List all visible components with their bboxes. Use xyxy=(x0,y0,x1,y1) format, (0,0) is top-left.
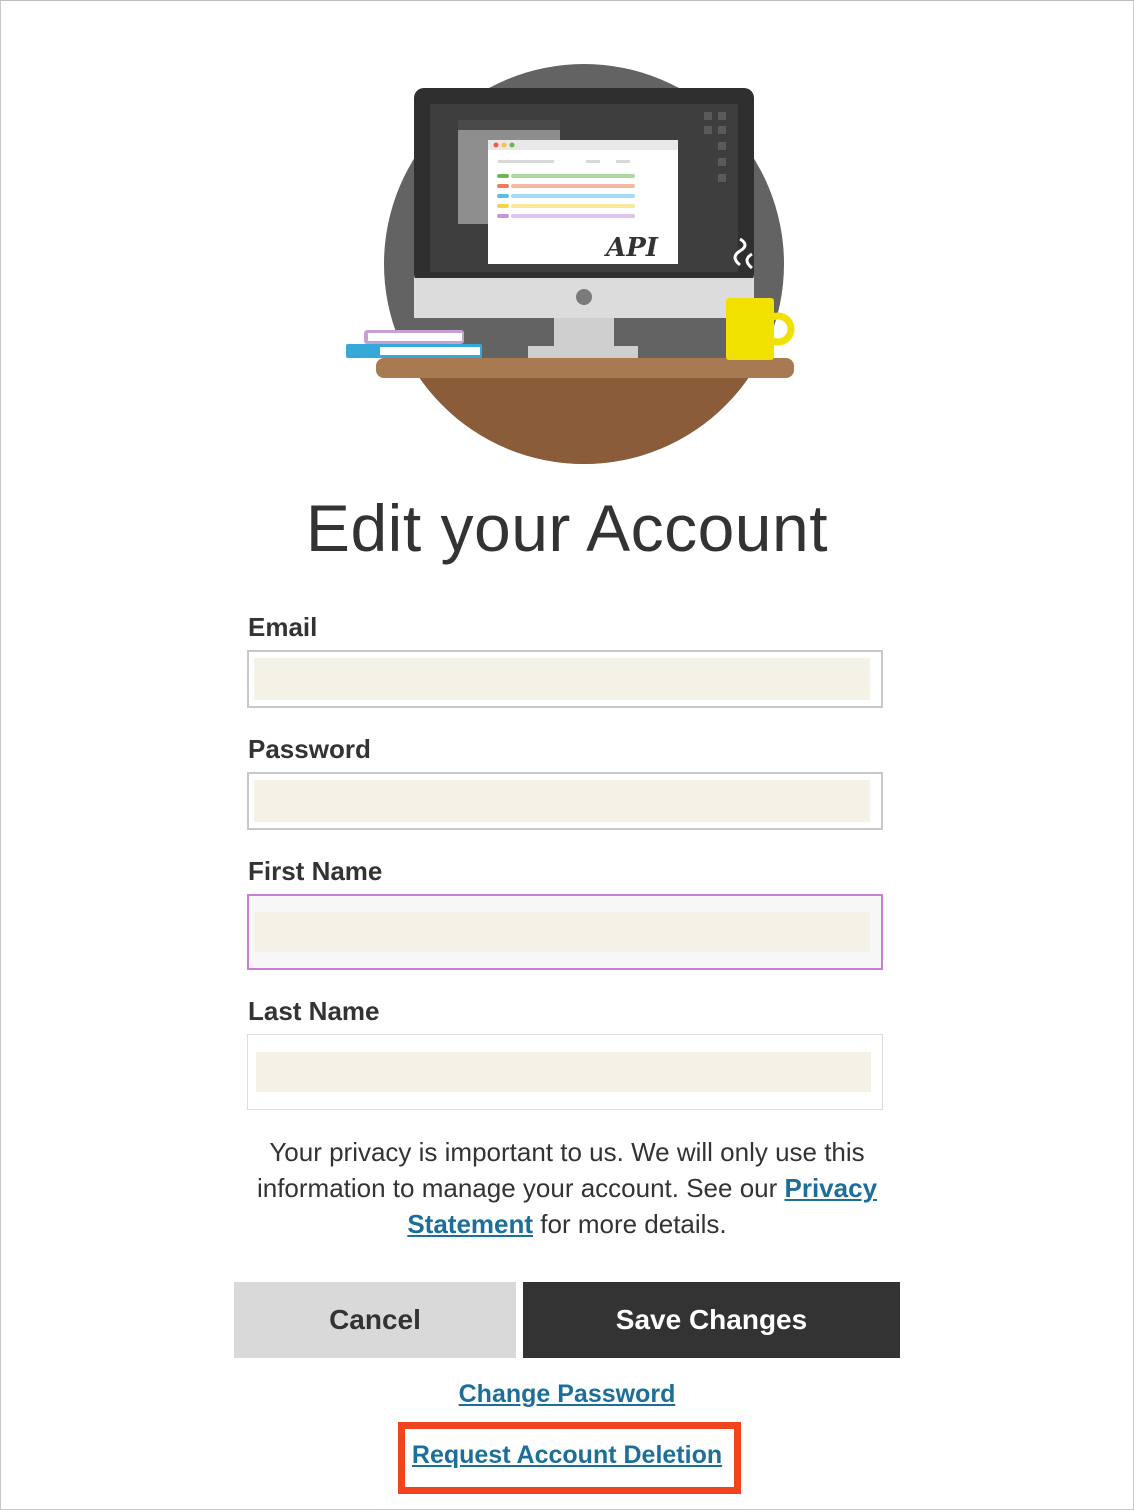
request-account-deletion-link[interactable]: Request Account Deletion xyxy=(0,1441,1134,1470)
code-line xyxy=(511,214,635,218)
desk-top xyxy=(376,358,794,378)
change-password-link[interactable]: Change Password xyxy=(0,1380,1134,1409)
last-name-field-frame xyxy=(247,1034,883,1110)
monitor-button xyxy=(576,289,592,305)
api-desk-illustration: API xyxy=(346,64,795,464)
api-label: API xyxy=(603,233,659,263)
password-field[interactable] xyxy=(254,780,870,822)
code-line xyxy=(511,204,635,208)
first-name-field[interactable] xyxy=(254,912,870,952)
email-field-frame xyxy=(247,650,883,708)
code-line-marker xyxy=(497,204,509,208)
first-name-label: First Name xyxy=(248,856,383,886)
first-name-field-frame xyxy=(247,894,883,970)
email-label: Email xyxy=(248,612,318,642)
privacy-text-before: Your privacy is important to us. We will… xyxy=(256,1137,865,1203)
monitor-stand xyxy=(528,346,638,358)
page-title: Edit your Account xyxy=(305,491,829,565)
privacy-notice: Your privacy is important to us. We will… xyxy=(240,1134,894,1242)
email-field[interactable] xyxy=(254,658,870,700)
code-line xyxy=(511,184,635,188)
code-line-marker xyxy=(497,174,509,178)
code-line-marker xyxy=(497,184,509,188)
code-line-marker xyxy=(497,214,509,218)
last-name-label: Last Name xyxy=(248,996,380,1026)
save-changes-button[interactable]: Save Changes xyxy=(523,1282,900,1358)
code-line xyxy=(511,174,635,178)
code-line-marker xyxy=(497,194,509,198)
cancel-button[interactable]: Cancel xyxy=(234,1282,516,1358)
code-line xyxy=(511,194,635,198)
desk-front xyxy=(384,370,784,464)
privacy-text-after: for more details. xyxy=(533,1209,727,1239)
password-label: Password xyxy=(248,734,371,764)
monitor-neck xyxy=(554,318,614,348)
password-field-frame xyxy=(247,772,883,830)
last-name-field[interactable] xyxy=(256,1052,871,1092)
